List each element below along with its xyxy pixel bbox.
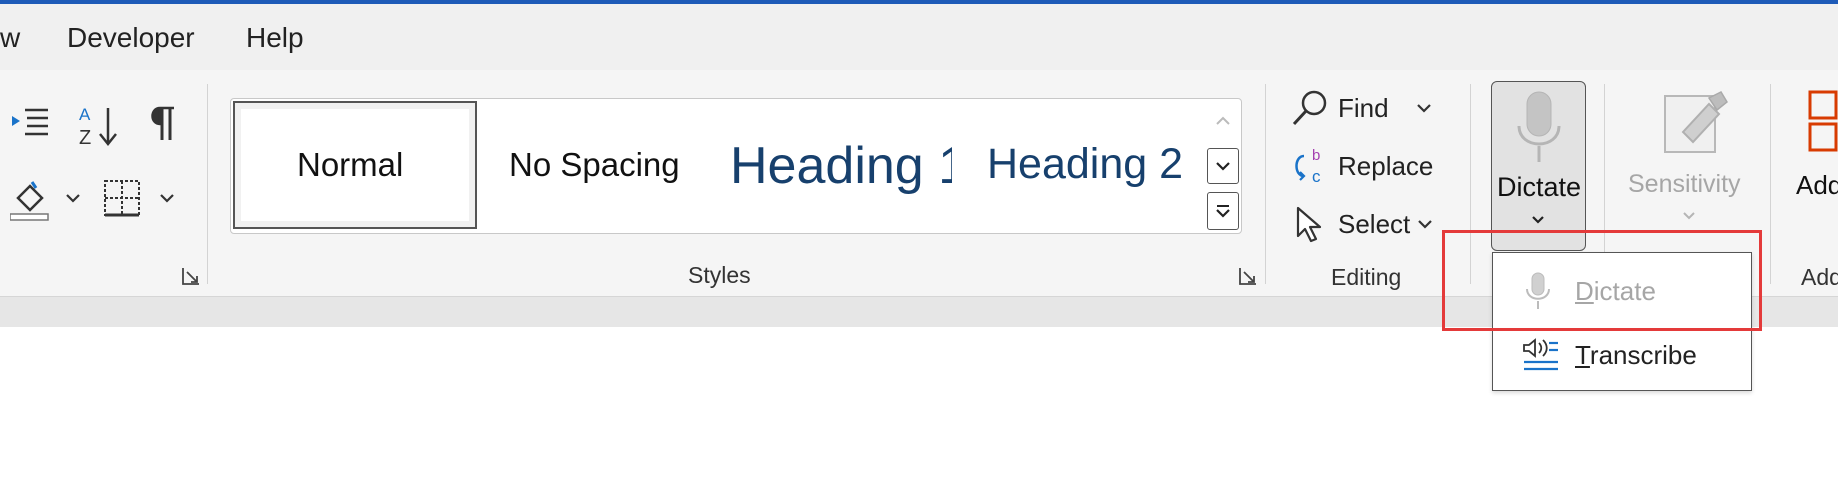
increase-indent-button[interactable] [10,104,50,144]
dialog-launcher-icon [1239,268,1256,285]
find-button[interactable]: Find [1290,88,1433,128]
svg-text:Z: Z [79,127,91,149]
dictate-menu-accelerator: D [1575,275,1594,306]
dictate-menu-item[interactable]: Dictate [1493,259,1751,323]
transcribe-menu-label-rest: ranscribe [1589,339,1697,370]
add-ins-label: Add [1796,170,1838,200]
svg-text:c: c [1312,167,1321,186]
chevron-down-icon [1216,162,1230,171]
chevron-down-icon [1418,220,1433,229]
group-separator [1265,84,1266,284]
transcribe-menu-label: Transcribe [1575,340,1697,371]
style-normal-label: Normal [297,146,404,183]
transcribe-menu-accelerator: T [1575,339,1590,370]
group-separator [1470,84,1471,284]
microphone-icon [1517,91,1561,162]
dictate-menu-label: Dictate [1575,276,1656,307]
chevron-down-icon [1683,212,1695,220]
editing-group-label: Editing [1331,264,1402,290]
tab-view-partial[interactable]: w [0,22,20,54]
group-separator [207,84,208,284]
paragraph-dialog-launcher[interactable] [181,266,201,286]
styles-scroll-up-button[interactable] [1207,103,1239,139]
add-ins-button[interactable]: Add [1790,84,1838,204]
svg-text:A: A [79,105,91,124]
search-icon [1292,90,1327,126]
tab-developer[interactable]: Developer [67,22,195,54]
dictate-dropdown-menu: Dictate Transcribe [1492,252,1752,391]
sort-az-icon: A Z [79,105,117,149]
microphone-icon [1526,272,1550,309]
transcribe-menu-item[interactable]: Transcribe [1493,323,1751,387]
select-button[interactable]: Select [1290,204,1434,244]
styles-group-label: Styles [688,262,751,288]
style-heading-2[interactable]: Heading 2 [987,140,1183,189]
dictate-label: Dictate [1497,172,1582,202]
dictate-button[interactable]: Dictate [1491,81,1586,251]
sensitivity-label: Sensitivity [1628,170,1741,198]
shading-dropdown[interactable] [64,188,82,208]
svg-text:b: b [1312,147,1320,164]
shading-button[interactable] [9,180,50,222]
styles-scroll-down-button[interactable] [1207,148,1239,184]
group-separator [1770,84,1771,284]
gallery-more-icon [1216,205,1230,218]
style-no-spacing[interactable]: No Spacing [509,146,680,184]
chevron-down-icon [1416,104,1431,113]
styles-more-button[interactable] [1207,192,1239,230]
borders-icon [104,180,140,217]
dictate-menu-label-rest: ictate [1593,275,1656,306]
transcribe-icon [1523,338,1558,371]
add-ins-icon [1808,90,1838,152]
show-formatting-marks-button[interactable] [146,104,180,144]
dialog-launcher-icon [182,268,199,285]
chevron-up-icon [1216,116,1230,125]
sort-button[interactable]: A Z [76,102,120,150]
cursor-arrow-icon [1296,206,1322,243]
replace-icon: b c [1295,147,1321,186]
chevron-down-icon [66,194,80,203]
style-heading-1-clip[interactable]: Heading 1 [728,136,952,198]
ribbon-tab-bar: w Developer Help [0,4,1838,70]
sensitivity-label-icon [1664,91,1728,153]
select-label: Select [1338,208,1411,239]
replace-label: Replace [1338,150,1434,181]
paint-bucket-icon [9,181,49,221]
chevron-down-icon [160,194,174,203]
borders-dropdown[interactable] [158,188,176,208]
chevron-down-icon [1532,216,1544,224]
style-heading-1: Heading 1 [730,137,952,195]
increase-indent-icon [12,108,48,136]
tab-help[interactable]: Help [246,22,304,54]
replace-button[interactable]: b c Replace [1290,146,1433,186]
sensitivity-button[interactable]: Sensitivity [1618,84,1758,234]
styles-dialog-launcher[interactable] [1238,266,1258,286]
pilcrow-icon [151,106,174,140]
find-label: Find [1338,92,1389,123]
add-ins-group-label: Add [1801,264,1838,290]
borders-button[interactable] [102,178,142,218]
